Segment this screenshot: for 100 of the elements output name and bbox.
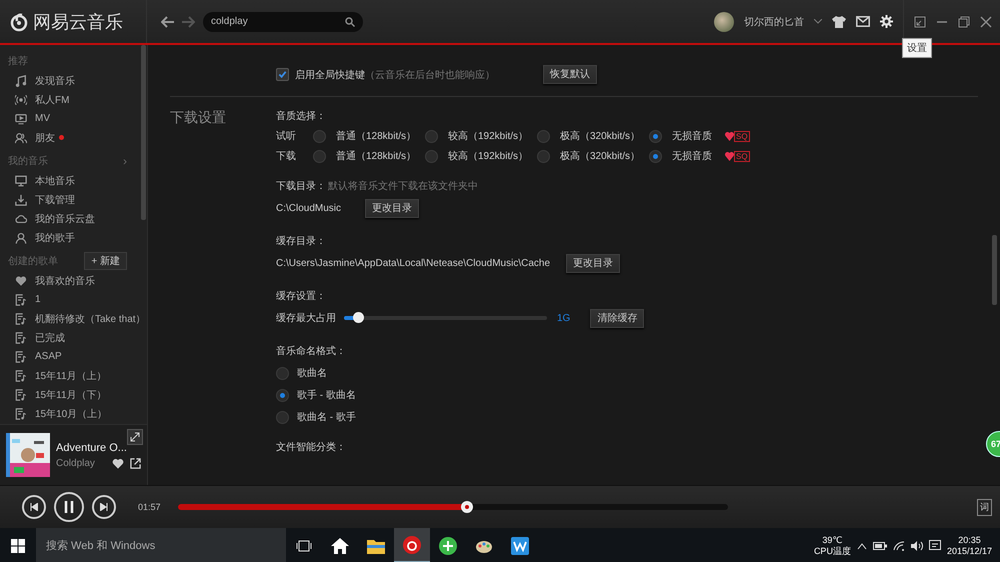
radio-button[interactable] <box>537 150 550 162</box>
progress-bar[interactable] <box>178 504 728 510</box>
playlist-icon <box>15 350 27 362</box>
change-folder-button[interactable]: 更改目录 <box>566 254 620 272</box>
shirt-icon[interactable] <box>832 16 846 28</box>
slider-label: 缓存最大占用 <box>276 312 336 325</box>
sidebar-item[interactable]: MV <box>35 113 50 124</box>
section-heading: 我的音乐 <box>8 154 48 168</box>
next-button[interactable] <box>92 495 116 519</box>
previous-icon <box>30 503 38 511</box>
playlist-icon <box>15 388 27 400</box>
task-view-icon[interactable] <box>296 540 312 552</box>
radio-button[interactable] <box>649 150 662 162</box>
change-folder-button[interactable]: 更改目录 <box>365 198 420 218</box>
field-label: 文件智能分类： <box>276 440 346 454</box>
radio-waves-icon <box>15 94 27 106</box>
logo-icon <box>9 12 29 32</box>
sidebar-item[interactable]: 朋友 <box>35 130 55 144</box>
folder-path: C:\CloudMusic <box>276 202 342 214</box>
sidebar-item[interactable]: 1 <box>35 294 41 305</box>
sidebar-item[interactable]: 15年11月（下） <box>35 388 107 402</box>
people-icon <box>15 132 27 144</box>
sidebar-item[interactable]: 已完成 <box>35 330 65 344</box>
radio-label: 极高（320kbit/s） <box>560 130 640 143</box>
user-name[interactable]: 切尔西的匕首 <box>744 14 804 28</box>
mini-mode-icon[interactable] <box>914 16 926 28</box>
share-icon[interactable] <box>130 458 141 469</box>
field-label: 音质选择： <box>276 110 327 123</box>
radio-button[interactable] <box>276 410 289 424</box>
restore-default-button[interactable]: 恢复默认 <box>543 65 597 84</box>
hint-text: 默认将音乐文件下载在该文件夹中 <box>328 180 478 193</box>
sidebar-item[interactable]: 15年11月（上） <box>35 368 107 382</box>
radio-button[interactable] <box>313 130 326 142</box>
radio-button[interactable] <box>425 150 438 162</box>
section-heading: 推荐 <box>8 54 28 68</box>
notification-icon[interactable] <box>928 540 941 552</box>
scrollbar[interactable] <box>992 235 997 305</box>
slider-value: 1G <box>557 312 570 324</box>
app-icon[interactable] <box>403 536 421 554</box>
sidebar-item[interactable]: 机翻待修改（Take that） <box>35 312 146 326</box>
row-label: 下载 <box>276 150 297 163</box>
app-icon[interactable] <box>511 536 529 554</box>
windows-start-icon[interactable] <box>11 538 25 552</box>
playlist-icon <box>15 294 27 306</box>
search-icon[interactable] <box>345 16 355 26</box>
search-box[interactable]: coldplay <box>203 12 363 32</box>
radio-label: 无损音质 <box>672 130 712 143</box>
radio-button[interactable] <box>649 130 662 142</box>
heart-icon[interactable] <box>112 458 124 469</box>
user-avatar[interactable] <box>714 12 734 32</box>
sidebar-item[interactable]: 私人FM <box>35 92 70 106</box>
mail-icon[interactable] <box>856 16 870 27</box>
radio-label: 歌曲名 - 歌手 <box>297 410 356 424</box>
settings-icon[interactable] <box>880 15 893 28</box>
field-label: 缓存设置： <box>276 290 326 303</box>
lyrics-button[interactable]: 词 <box>977 498 992 516</box>
radio-button[interactable] <box>425 130 438 142</box>
checkbox[interactable] <box>276 68 289 81</box>
tooltip: 设置 <box>902 38 932 58</box>
playlist-icon <box>15 332 27 344</box>
maximize-icon[interactable] <box>958 16 970 28</box>
pause-button[interactable] <box>54 492 84 522</box>
field-label: 下载目录： <box>276 180 326 193</box>
sidebar-item[interactable]: 下载管理 <box>35 192 75 206</box>
elapsed-time: 01:57 <box>138 502 162 512</box>
radio-button[interactable] <box>313 150 326 162</box>
sidebar-item[interactable]: 我喜欢的音乐 <box>35 274 95 288</box>
download-icon <box>15 194 27 206</box>
radio-button[interactable] <box>276 388 289 402</box>
battery-icon[interactable] <box>872 542 887 550</box>
radio-label: 较高（192kbit/s） <box>448 150 528 163</box>
back-arrow-icon[interactable] <box>161 16 175 28</box>
sidebar-item[interactable]: 我的歌手 <box>35 230 75 244</box>
radio-button[interactable] <box>537 130 550 142</box>
radio-label: 极高（320kbit/s） <box>560 150 640 163</box>
volume-icon[interactable] <box>910 540 923 550</box>
playlist-icon <box>15 312 27 324</box>
search-field[interactable]: coldplay <box>211 12 345 32</box>
wifi-icon[interactable] <box>892 540 905 550</box>
expand-icon[interactable] <box>127 429 143 445</box>
tv-icon <box>15 112 27 124</box>
sidebar-item[interactable]: 本地音乐 <box>35 174 75 188</box>
clear-cache-button[interactable]: 清除缓存 <box>590 308 644 328</box>
song-title[interactable]: Adventure O... <box>56 442 127 454</box>
close-icon[interactable] <box>980 16 992 28</box>
radio-button[interactable] <box>276 366 289 380</box>
sidebar-item[interactable]: 我的音乐云盘 <box>35 212 95 226</box>
sidebar-item[interactable]: 15年10月（上） <box>35 406 108 420</box>
app-icon[interactable] <box>439 536 457 554</box>
artist-name[interactable]: Coldplay <box>56 458 127 468</box>
folder-path: C:\Users\Jasmine\AppData\Local\Netease\CloudMusic\Cache <box>276 258 550 268</box>
new-playlist-button[interactable]: + 新建 <box>84 252 127 270</box>
home-icon[interactable] <box>331 538 349 554</box>
scrollbar[interactable] <box>141 45 146 220</box>
sidebar-item[interactable]: 发现音乐 <box>35 74 75 88</box>
sidebar-item[interactable]: ASAP <box>35 351 62 362</box>
folder-icon[interactable] <box>367 538 385 554</box>
monitor-icon <box>15 174 27 186</box>
previous-button[interactable] <box>22 495 46 519</box>
music-note-icon <box>15 74 27 86</box>
